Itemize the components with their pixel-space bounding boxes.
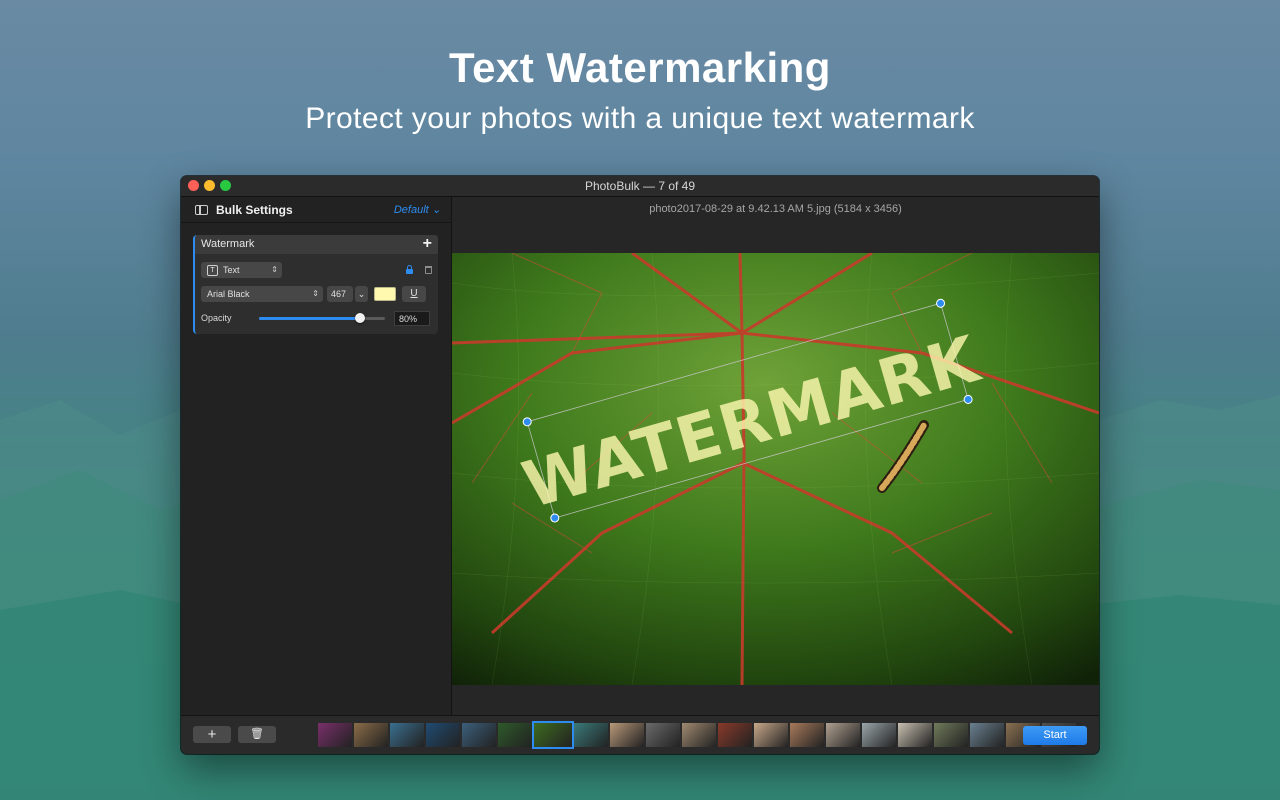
photo-thumbnail[interactable]	[354, 723, 388, 747]
start-button[interactable]: Start	[1023, 726, 1087, 745]
photo-thumbnail[interactable]	[390, 723, 424, 747]
text-color-swatch[interactable]	[374, 287, 396, 301]
updown-chevron-icon: ⇕	[271, 265, 278, 274]
opacity-label: Opacity	[201, 313, 232, 323]
font-size-value: 467	[331, 289, 347, 299]
photo-thumbnail[interactable]	[970, 723, 1004, 747]
preview-area: photo2017-08-29 at 9.42.13 AM 5.jpg (518…	[452, 197, 1099, 715]
minimize-window-button[interactable]	[204, 180, 215, 191]
watermark-type-value: Text	[223, 265, 240, 275]
app-window: PhotoBulk — 7 of 49 Bulk Settings Defaul…	[181, 176, 1099, 754]
lock-icon[interactable]	[406, 265, 413, 274]
photo-thumbnail[interactable]	[610, 723, 644, 747]
settings-sidebar: Bulk Settings Default ⌄ Watermark + T Tex…	[181, 197, 452, 715]
sidebar-header: Bulk Settings Default ⌄	[181, 197, 451, 223]
sidebar-toggle-icon[interactable]	[195, 204, 208, 215]
preset-dropdown[interactable]: Default ⌄	[394, 203, 441, 216]
hero-title: Text Watermarking	[449, 44, 831, 91]
chevron-down-icon: ⌄	[431, 204, 441, 216]
trash-icon: 🗑	[250, 728, 264, 740]
font-size-field[interactable]: 467	[327, 286, 353, 302]
photo-thumbnail[interactable]	[898, 723, 932, 747]
watermark-type-select[interactable]: T Text ⇕	[201, 262, 282, 278]
font-family-value: Arial Black	[207, 289, 250, 299]
opacity-slider[interactable]	[259, 312, 385, 323]
hero-subtitle: Protect your photos with a unique text w…	[305, 102, 975, 135]
font-family-select[interactable]: Arial Black ⇕	[201, 286, 323, 302]
opacity-value-field[interactable]: 80%	[394, 310, 430, 326]
photo-thumbnail[interactable]	[462, 723, 496, 747]
hero-header: Text Watermarking Protect your photos wi…	[0, 44, 1280, 136]
photo-thumbnail[interactable]	[682, 723, 716, 747]
photo-thumbnail[interactable]	[498, 723, 532, 747]
close-window-button[interactable]	[188, 180, 199, 191]
opacity-row: Opacity 80%	[201, 310, 430, 326]
zoom-window-button[interactable]	[220, 180, 231, 191]
text-type-icon: T	[207, 265, 218, 277]
window-title: PhotoBulk — 7 of 49	[584, 179, 696, 193]
titlebar: PhotoBulk — 7 of 49	[181, 176, 1099, 197]
photo-thumbnail[interactable]	[318, 723, 352, 747]
photo-thumbnail[interactable]	[718, 723, 752, 747]
leaf-photo: WATERMARK	[452, 253, 1099, 685]
photo-thumbnail[interactable]	[646, 723, 680, 747]
photo-thumbnail[interactable]	[934, 723, 968, 747]
bottom-toolbar: + 🗑 Start	[181, 715, 1099, 754]
watermark-panel: Watermark + T Text ⇕ Arial Black ⇕ 467 ⌄…	[193, 235, 438, 334]
photo-thumbnail[interactable]	[790, 723, 824, 747]
add-watermark-button[interactable]: +	[423, 234, 432, 253]
window-controls	[188, 180, 231, 191]
trash-icon[interactable]	[425, 266, 432, 274]
add-photos-button[interactable]: +	[193, 726, 231, 743]
opacity-slider-knob[interactable]	[354, 312, 365, 323]
preset-label: Default	[393, 204, 429, 216]
photo-thumbnail[interactable]	[426, 723, 460, 747]
thumbnail-strip	[318, 721, 1078, 749]
opacity-slider-fill	[259, 316, 360, 320]
updown-chevron-icon: ⇕	[312, 289, 319, 298]
chevron-down-icon: ⌄	[357, 289, 366, 299]
photo-thumbnail[interactable]	[862, 723, 896, 747]
watermark-panel-title: Watermark	[201, 238, 255, 250]
remove-photos-button[interactable]: 🗑	[238, 726, 276, 743]
watermark-panel-header[interactable]: Watermark +	[195, 235, 438, 254]
type-row: T Text ⇕	[201, 262, 432, 278]
sidebar-title: Bulk Settings	[216, 202, 293, 217]
font-row: Arial Black ⇕ 467 ⌄ U	[201, 286, 426, 302]
photo-thumbnail[interactable]	[754, 723, 788, 747]
font-size-dropdown[interactable]: ⌄	[355, 286, 368, 302]
photo-thumbnail[interactable]	[532, 721, 574, 749]
photo-preview[interactable]: WATERMARK	[452, 253, 1099, 685]
photo-thumbnail[interactable]	[574, 723, 608, 747]
photo-filename: photo2017-08-29 at 9.42.13 AM 5.jpg (518…	[649, 203, 902, 215]
photo-thumbnail[interactable]	[826, 723, 860, 747]
underline-button[interactable]: U	[402, 286, 426, 302]
